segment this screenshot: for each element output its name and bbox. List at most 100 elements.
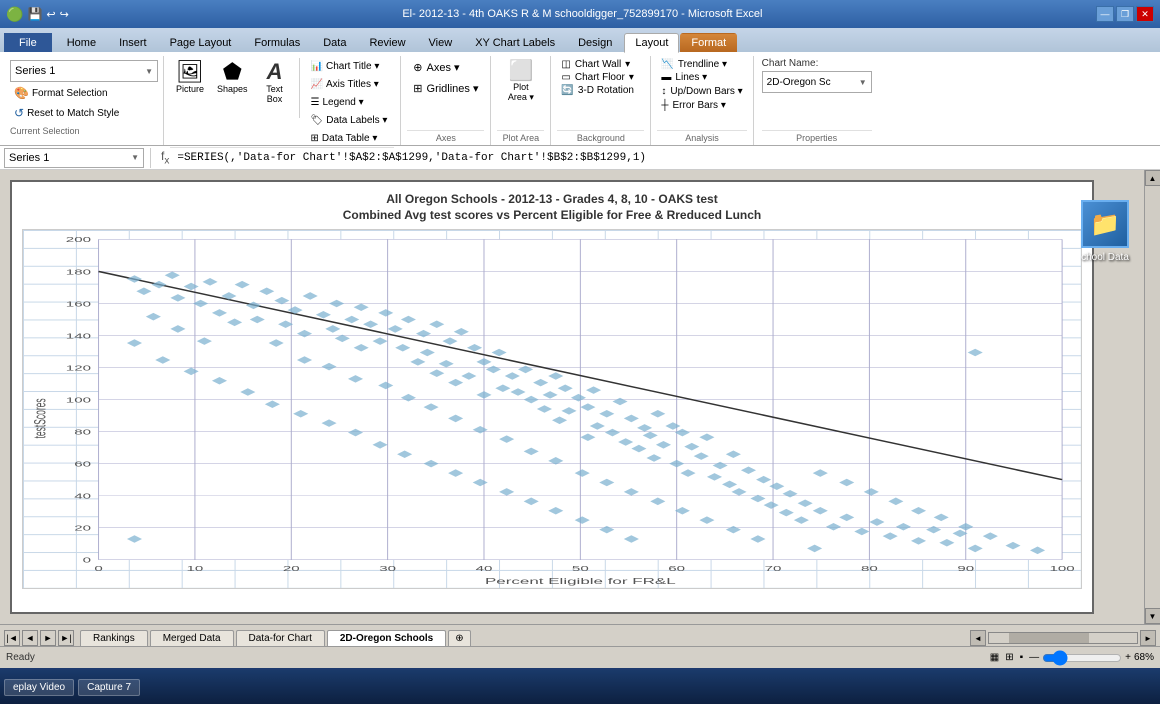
scroll-left-button[interactable]: ◄ (970, 630, 986, 646)
sheet-next-button[interactable]: ► (40, 630, 56, 646)
error-bars-button[interactable]: ┼ Error Bars ▾ (657, 99, 746, 112)
svg-text:testScores: testScores (30, 398, 49, 438)
axes-button[interactable]: ⊕ Axes ▾ (408, 58, 464, 77)
sheet-tab-rankings[interactable]: Rankings (80, 630, 148, 646)
chart-wall-button[interactable]: ◫ Chart Wall ▾ (557, 58, 644, 71)
format-selection-icon: 🎨 (14, 86, 29, 100)
background-group: ◫ Chart Wall ▾ ▭ Chart Floor ▾ 🔄 3-D Rot… (551, 56, 651, 145)
scroll-up-button[interactable]: ▲ (1145, 170, 1160, 186)
status-bar: Ready ▦ ⊞ ▪ — + 68% (0, 646, 1160, 668)
chart-plot-area: testScores (22, 229, 1082, 589)
picture-button[interactable]: 🖼 Picture (170, 58, 210, 97)
axis-titles-icon: 📈 (311, 79, 323, 90)
tab-view[interactable]: View (418, 33, 464, 52)
tab-layout[interactable]: Layout (624, 33, 679, 53)
textbox-icon: A (267, 61, 283, 83)
sheet-tab-merged-data[interactable]: Merged Data (150, 630, 234, 646)
chart-container[interactable]: All Oregon Schools - 2012-13 - Grades 4,… (10, 180, 1094, 614)
series-selector[interactable]: Series 1 ▼ (10, 60, 158, 82)
plot-area-button[interactable]: ⬜ PlotArea ▾ (501, 58, 541, 106)
separator-1 (299, 58, 300, 118)
scatter-chart-svg: testScores (23, 230, 1081, 588)
tab-insert[interactable]: Insert (108, 33, 158, 52)
scroll-track[interactable] (1145, 186, 1160, 608)
restore-button[interactable]: ❐ (1116, 6, 1134, 22)
axes-group: ⊕ Axes ▾ ⊞ Gridlines ▾ Axes (401, 56, 491, 145)
desktop-icon-school-data[interactable]: 📁 chool Data (1070, 200, 1140, 263)
scroll-right-button[interactable]: ► (1140, 630, 1156, 646)
axis-titles-button[interactable]: 📈 Axis Titles ▾ (304, 76, 395, 93)
text-box-button[interactable]: A TextBox (255, 58, 295, 107)
data-labels-button[interactable]: 🏷 Data Labels ▾ (304, 112, 395, 129)
quick-access-save[interactable]: 💾 (27, 7, 42, 21)
vertical-scrollbar[interactable]: ▲ ▼ (1144, 170, 1160, 624)
view-break-icon[interactable]: ▪ (1020, 652, 1024, 663)
lines-button[interactable]: ▬ Lines ▾ (657, 71, 746, 84)
zoom-in-button[interactable]: + (1125, 652, 1131, 663)
format-selection-button[interactable]: 🎨 Format Selection (10, 84, 158, 102)
reset-to-match-button[interactable]: ↺ Reset to Match Style (10, 104, 158, 122)
close-button[interactable]: ✕ (1136, 6, 1154, 22)
updown-bars-button[interactable]: ↕ Up/Down Bars ▾ (657, 85, 746, 98)
insert-group: 🖼 Picture ⬟ Shapes A TextBox 📊 Chart Tit… (164, 56, 401, 145)
name-box[interactable]: Series 1 ▼ (4, 148, 144, 168)
title-bar-controls: — ❐ ✕ (1096, 6, 1154, 22)
sheet-tab-oregon-schools[interactable]: 2D-Oregon Schools (327, 630, 446, 646)
quick-access-undo[interactable]: ↩ (46, 8, 55, 21)
chart-floor-icon: ▭ (561, 72, 570, 83)
tab-formulas[interactable]: Formulas (243, 33, 311, 52)
view-layout-icon[interactable]: ⊞ (1005, 652, 1013, 663)
shapes-button[interactable]: ⬟ Shapes (212, 58, 253, 97)
horizontal-scroll-track[interactable] (988, 632, 1138, 644)
data-table-button[interactable]: ⊞ Data Table ▾ (304, 130, 395, 147)
scroll-down-button[interactable]: ▼ (1145, 608, 1160, 624)
chart-name-box[interactable]: 2D-Oregon Sc ▼ (762, 71, 872, 93)
sheet-nav-controls: |◄ ◄ ► ►| (4, 630, 74, 646)
chart-floor-button[interactable]: ▭ Chart Floor ▾ (557, 71, 644, 84)
tab-xy-chart-labels[interactable]: XY Chart Labels (464, 33, 566, 52)
sheet-tab-new[interactable]: ⊕ (448, 630, 470, 646)
legend-button[interactable]: ☰ Legend ▾ (304, 94, 395, 111)
trendline-button[interactable]: 📉 Trendline ▾ (657, 58, 746, 71)
legend-icon: ☰ (311, 97, 320, 108)
tab-review[interactable]: Review (358, 33, 416, 52)
tab-design[interactable]: Design (567, 33, 623, 52)
svg-text:200: 200 (66, 235, 92, 244)
zoom-out-button[interactable]: — (1029, 652, 1039, 663)
svg-text:100: 100 (1050, 564, 1076, 573)
lines-icon: ▬ (661, 72, 671, 83)
svg-text:70: 70 (765, 564, 782, 573)
chart-name-arrow: ▼ (859, 78, 867, 87)
chart-title-button[interactable]: 📊 Chart Title ▾ (304, 58, 395, 75)
svg-text:40: 40 (476, 564, 493, 573)
formula-divider (150, 148, 151, 168)
tab-home[interactable]: Home (56, 33, 107, 52)
quick-access-redo[interactable]: ↪ (60, 8, 69, 21)
horizontal-scroll-thumb[interactable] (1009, 633, 1089, 643)
sheet-first-button[interactable]: |◄ (4, 630, 20, 646)
main-content: All Oregon Schools - 2012-13 - Grades 4,… (0, 170, 1160, 624)
chart-wall-icon: ◫ (561, 59, 570, 70)
sheet-tab-data-for-chart[interactable]: Data-for Chart (236, 630, 325, 646)
zoom-slider-input[interactable] (1042, 650, 1122, 666)
3d-rotation-button[interactable]: 🔄 3-D Rotation (557, 84, 644, 97)
plot-area-group: ⬜ PlotArea ▾ Plot Area (491, 56, 551, 145)
taskbar-item-capture[interactable]: Capture 7 (78, 679, 140, 696)
tab-file[interactable]: File (4, 33, 52, 52)
trendline-icon: 📉 (661, 59, 673, 70)
tab-data[interactable]: Data (312, 33, 357, 52)
excel-icon: 🟢 (6, 6, 23, 23)
sheet-prev-button[interactable]: ◄ (22, 630, 38, 646)
lines-group: ▬ Lines ▾ ↕ Up/Down Bars ▾ ┼ Error Bars … (657, 71, 746, 112)
sheet-last-button[interactable]: ►| (58, 630, 74, 646)
svg-text:60: 60 (668, 564, 685, 573)
formula-input[interactable] (177, 148, 1156, 168)
gridlines-button[interactable]: ⊞ Gridlines ▾ (408, 79, 483, 98)
taskbar-item-replay[interactable]: eplay Video (4, 679, 74, 696)
svg-text:0: 0 (94, 564, 103, 573)
view-normal-icon[interactable]: ▦ (990, 652, 999, 663)
fx-icon[interactable]: fx (157, 149, 173, 166)
tab-format[interactable]: Format (680, 33, 737, 52)
minimize-button[interactable]: — (1096, 6, 1114, 22)
tab-page-layout[interactable]: Page Layout (159, 33, 243, 52)
